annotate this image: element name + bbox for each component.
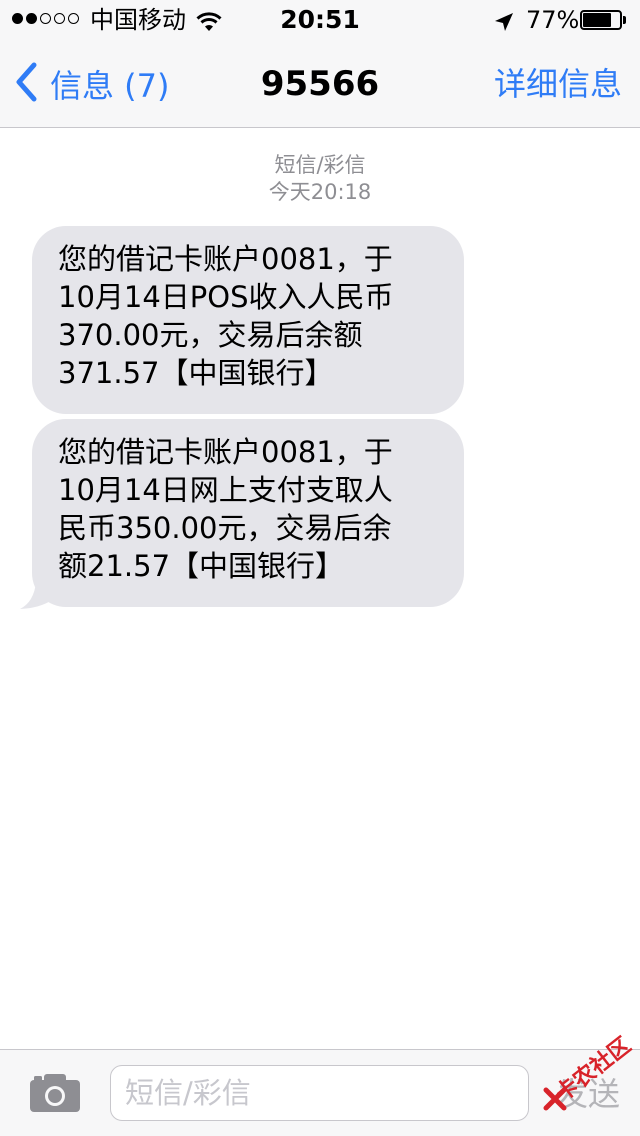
details-button[interactable]: 详细信息 xyxy=(494,62,622,106)
message-text-line: 额21.57【中国银行】 xyxy=(58,549,345,583)
thread-header: 短信/彩信 今天20:18 xyxy=(0,152,640,206)
message-text-line: 您的借记卡账户0081，于 xyxy=(58,242,393,276)
message-input[interactable] xyxy=(110,1065,529,1121)
location-arrow-icon xyxy=(494,10,514,38)
camera-icon[interactable] xyxy=(28,1072,82,1118)
messages-screen: 中国移动 20:51 77% 信息 (7) 95566 详细信息 短信/彩信 今… xyxy=(0,0,640,1136)
message-text-line: 民币350.00元，交易后余 xyxy=(58,511,392,545)
bubble-tail xyxy=(18,582,58,614)
message-type-label: 短信/彩信 xyxy=(274,153,366,177)
incoming-message-bubble[interactable]: 您的借记卡账户0081，于 10月14日网上支付支取人 民币350.00元，交易… xyxy=(32,419,464,607)
thread-timestamp: 今天20:18 xyxy=(268,180,372,204)
incoming-message-bubble[interactable]: 您的借记卡账户0081，于 10月14日POS收入人民币 370.00元，交易后… xyxy=(32,226,464,414)
message-text-line: 371.57【中国银行】 xyxy=(58,356,334,390)
battery-icon xyxy=(580,10,628,30)
status-bar: 中国移动 20:51 77% xyxy=(0,0,640,40)
message-text-line: 370.00元，交易后余额 xyxy=(58,318,363,352)
message-text-line: 您的借记卡账户0081，于 xyxy=(58,435,393,469)
message-input-bar: 发送 xyxy=(0,1049,640,1136)
back-label: 信息 (7) xyxy=(50,67,170,105)
message-text-line: 10月14日网上支付支取人 xyxy=(58,473,393,507)
battery-percent: 77% xyxy=(526,6,580,34)
message-text-line: 10月14日POS收入人民币 xyxy=(58,280,394,314)
navigation-bar: 信息 (7) 95566 详细信息 xyxy=(0,40,640,128)
back-button[interactable]: 信息 (7) xyxy=(14,62,170,106)
send-button[interactable]: 发送 xyxy=(556,1072,620,1116)
chevron-left-icon xyxy=(14,62,38,106)
